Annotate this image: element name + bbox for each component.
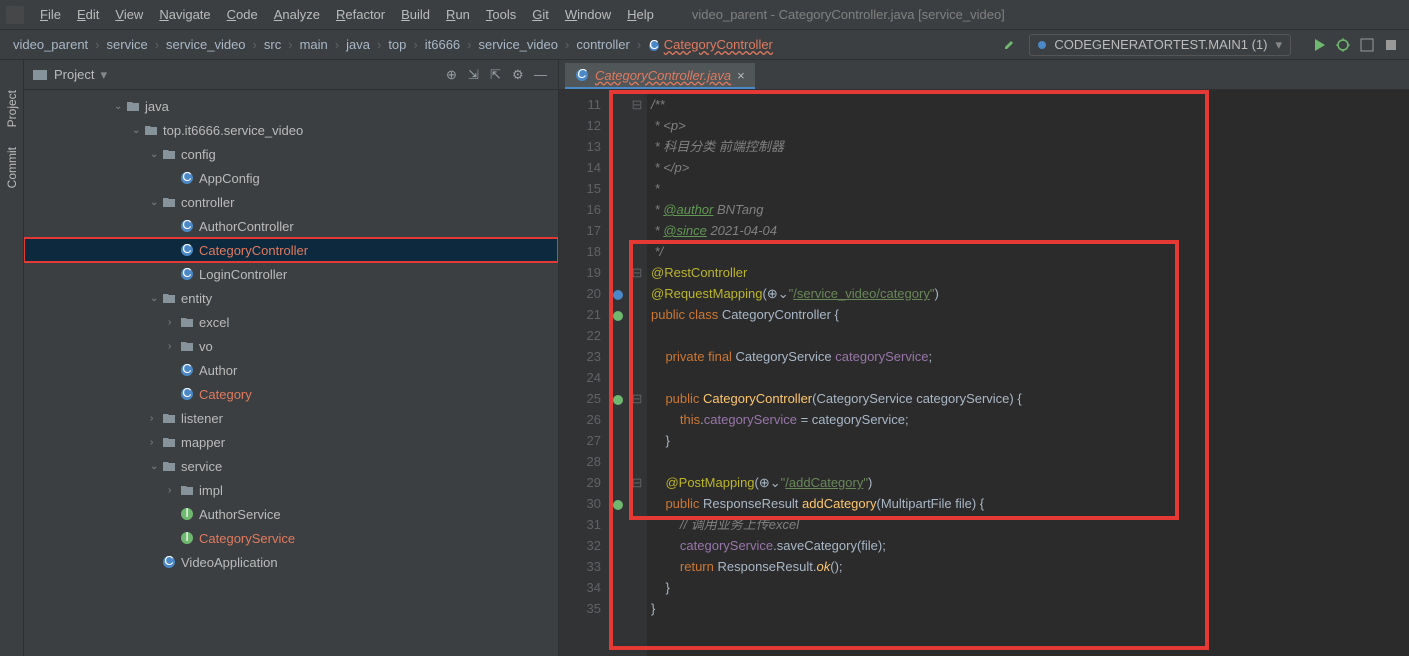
marker-gutter [609, 90, 627, 656]
line-number-gutter: 1112131415161718192021222324252627282930… [559, 90, 609, 656]
run-config-selector[interactable]: CODEGENERATORTEST.MAIN1 (1) ▾ [1029, 34, 1291, 56]
svg-text:C: C [182, 363, 191, 376]
close-tab-icon[interactable]: × [737, 68, 745, 83]
tree-item-mapper[interactable]: ›mapper [24, 430, 558, 454]
breadcrumb-controller[interactable]: controller [573, 35, 632, 54]
menu-refactor[interactable]: Refactor [328, 4, 393, 25]
menu-tools[interactable]: Tools [478, 4, 524, 25]
menu-navigate[interactable]: Navigate [151, 4, 218, 25]
tree-item-category[interactable]: CCategory [24, 382, 558, 406]
settings-gear-icon[interactable]: ⚙ [512, 67, 528, 83]
fold-gutter[interactable]: ⊟ ⊟ ⊟ ⊟ [627, 90, 647, 656]
stop-icon[interactable] [1383, 37, 1399, 53]
debug-icon[interactable] [1335, 37, 1351, 53]
menu-run[interactable]: Run [438, 4, 478, 25]
build-hammer-icon[interactable] [1003, 37, 1019, 53]
left-toolstrip: Project Commit [0, 60, 24, 656]
tree-item-entity[interactable]: ⌄entity [24, 286, 558, 310]
project-tree[interactable]: ⌄java⌄top.it6666.service_video⌄config CA… [24, 90, 558, 656]
code-content[interactable]: /** * <p> * 科目分类 前端控制器 * </p> * * @autho… [647, 90, 1409, 656]
coverage-icon[interactable] [1359, 37, 1375, 53]
svg-text:C: C [164, 555, 173, 568]
tree-item-listener[interactable]: ›listener [24, 406, 558, 430]
svg-text:C: C [182, 267, 191, 280]
breadcrumb-service_video[interactable]: service_video [476, 35, 562, 54]
svg-text:C: C [649, 40, 658, 52]
chevron-down-icon: ▾ [1275, 37, 1282, 53]
project-sidebar: Project ▾ ⊕ ⇲ ⇱ ⚙ — ⌄java⌄top.it6666.ser… [24, 60, 559, 656]
code-area[interactable]: 1112131415161718192021222324252627282930… [559, 90, 1409, 656]
tree-item-top-it6666-service-video[interactable]: ⌄top.it6666.service_video [24, 118, 558, 142]
sidebar-title: Project [54, 67, 94, 82]
tree-item-authorservice[interactable]: IAuthorService [24, 502, 558, 526]
svg-text:C: C [577, 68, 587, 81]
tree-item-controller[interactable]: ⌄controller [24, 190, 558, 214]
expand-icon[interactable]: ⇲ [468, 67, 484, 83]
run-play-icon[interactable] [1311, 37, 1327, 53]
tree-item-categorycontroller[interactable]: CCategoryController [24, 238, 558, 262]
editor: C CategoryController.java × 111213141516… [559, 60, 1409, 656]
tree-item-impl[interactable]: ›impl [24, 478, 558, 502]
tree-item-categoryservice[interactable]: ICategoryService [24, 526, 558, 550]
menu-analyze[interactable]: Analyze [266, 4, 328, 25]
tree-item-excel[interactable]: ›excel [24, 310, 558, 334]
svg-text:C: C [182, 243, 191, 256]
tree-item-authorcontroller[interactable]: CAuthorController [24, 214, 558, 238]
svg-text:C: C [182, 171, 191, 184]
chevron-down-icon[interactable]: ▾ [100, 67, 107, 83]
menu-view[interactable]: View [107, 4, 151, 25]
breadcrumb-top[interactable]: top [385, 35, 409, 54]
locate-icon[interactable]: ⊕ [446, 67, 462, 83]
breadcrumb-service_video[interactable]: service_video [163, 35, 249, 54]
menu-window[interactable]: Window [557, 4, 619, 25]
menu-help[interactable]: Help [619, 4, 662, 25]
run-config-label: CODEGENERATORTEST.MAIN1 (1) [1054, 37, 1267, 52]
tree-item-java[interactable]: ⌄java [24, 94, 558, 118]
collapse-icon[interactable]: ⇱ [490, 67, 506, 83]
project-toolwindow-button[interactable]: Project [5, 90, 19, 127]
window-title: video_parent - CategoryController.java [… [692, 7, 1005, 22]
breadcrumb-categorycontroller[interactable]: C CategoryController [645, 35, 776, 54]
breadcrumb-main[interactable]: main [297, 35, 331, 54]
menu-build[interactable]: Build [393, 4, 438, 25]
tab-label: CategoryController.java [595, 68, 731, 83]
tree-item-logincontroller[interactable]: CLoginController [24, 262, 558, 286]
breadcrumb-src[interactable]: src [261, 35, 284, 54]
breadcrumb-bar: video_parent›service›service_video›src›m… [0, 30, 1409, 60]
breadcrumb-service[interactable]: service [104, 35, 151, 54]
menu-edit[interactable]: Edit [69, 4, 107, 25]
svg-text:I: I [185, 507, 189, 520]
menubar: FileEditViewNavigateCodeAnalyzeRefactorB… [0, 0, 1409, 30]
menu-file[interactable]: File [32, 4, 69, 25]
editor-tab-categorycontroller[interactable]: C CategoryController.java × [565, 63, 755, 89]
config-dot-icon [1038, 41, 1046, 49]
menu-git[interactable]: Git [524, 4, 557, 25]
sidebar-header: Project ▾ ⊕ ⇲ ⇱ ⚙ — [24, 60, 558, 90]
tree-item-author[interactable]: CAuthor [24, 358, 558, 382]
commit-toolwindow-button[interactable]: Commit [5, 147, 19, 188]
java-class-icon: C [575, 68, 589, 82]
breadcrumb-video_parent[interactable]: video_parent [10, 35, 91, 54]
project-icon [32, 67, 48, 83]
breadcrumb-it6666[interactable]: it6666 [422, 35, 463, 54]
hide-icon[interactable]: — [534, 67, 550, 83]
svg-text:C: C [182, 219, 191, 232]
tree-item-config[interactable]: ⌄config [24, 142, 558, 166]
svg-text:C: C [182, 387, 191, 400]
svg-text:I: I [185, 531, 189, 544]
app-logo-icon [6, 6, 24, 24]
tree-item-service[interactable]: ⌄service [24, 454, 558, 478]
tree-item-appconfig[interactable]: CAppConfig [24, 166, 558, 190]
tree-item-vo[interactable]: ›vo [24, 334, 558, 358]
breadcrumb-java[interactable]: java [343, 35, 373, 54]
tree-item-videoapplication[interactable]: CVideoApplication [24, 550, 558, 574]
editor-tabs: C CategoryController.java × [559, 60, 1409, 90]
menu-code[interactable]: Code [219, 4, 266, 25]
